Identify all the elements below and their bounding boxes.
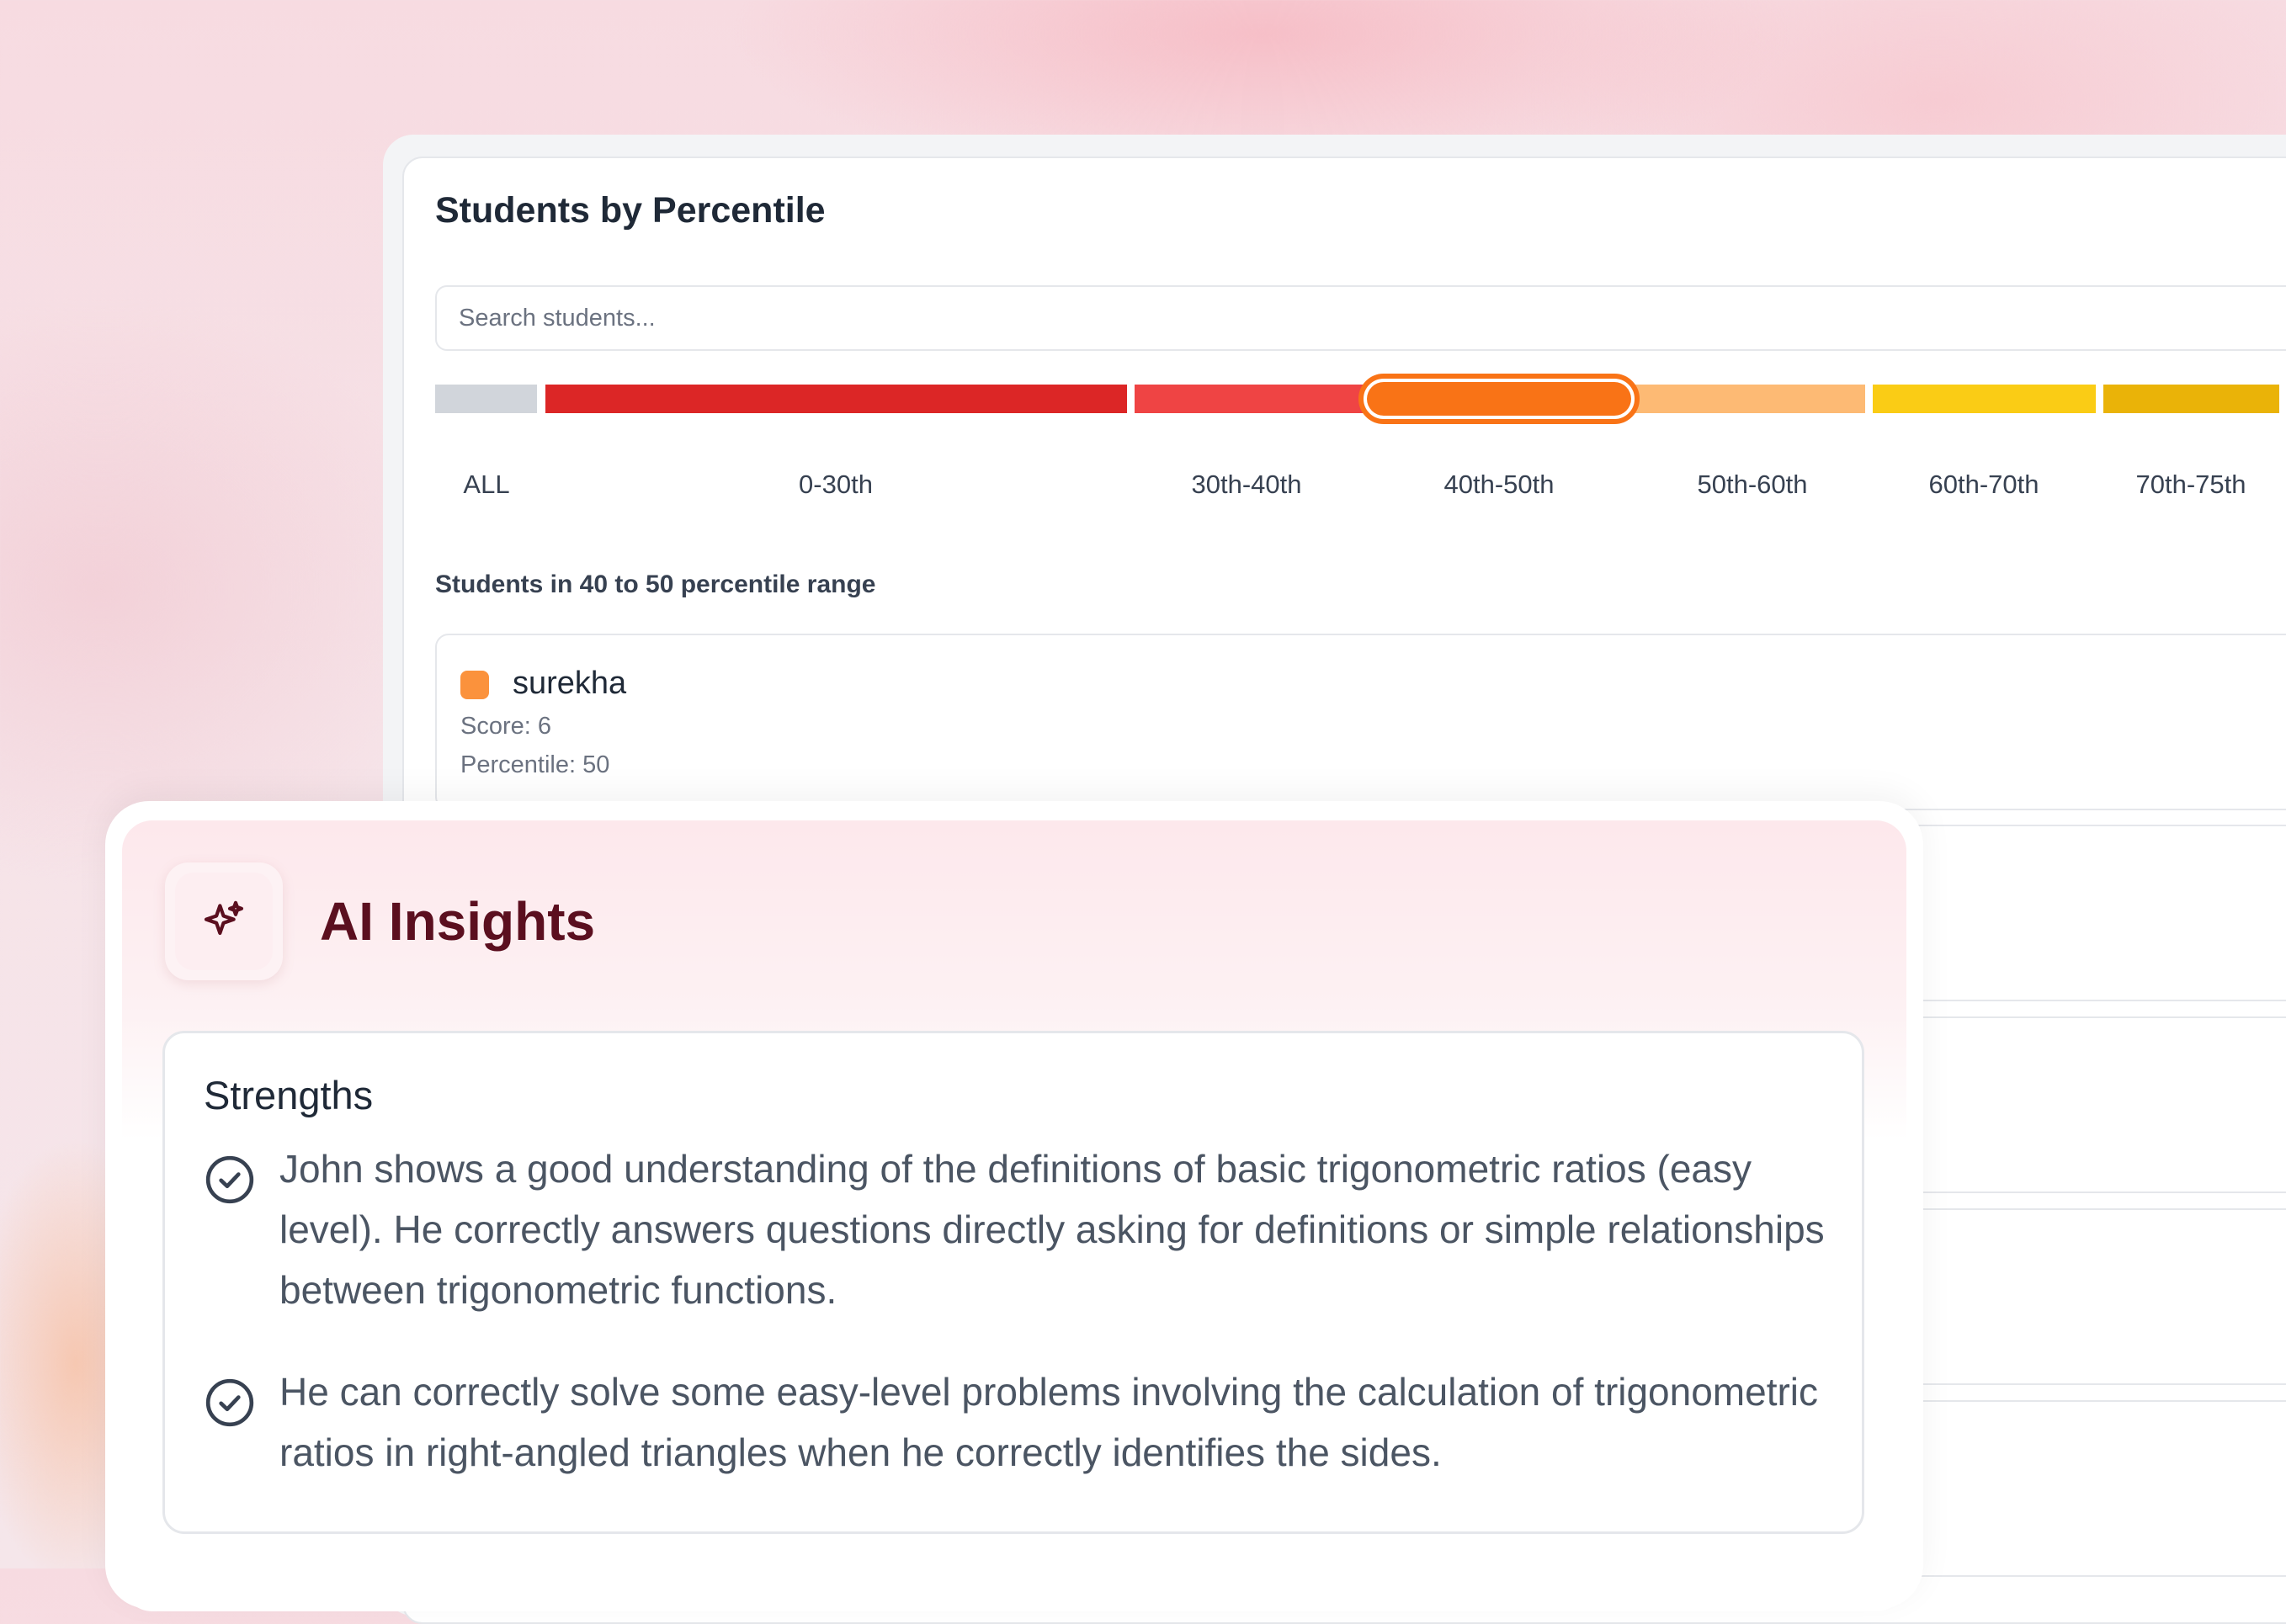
student-card[interactable] — [1877, 1016, 2286, 1193]
segment-40th-50th-selected[interactable] — [1358, 374, 1640, 424]
check-circle-icon — [205, 1155, 254, 1204]
segment-label-50th-60th[interactable]: 50th-60th — [1698, 470, 1808, 500]
segment-30th-40th[interactable] — [1135, 385, 1370, 413]
ai-insights-title: AI Insights — [320, 891, 596, 952]
student-card[interactable] — [1877, 825, 2286, 1001]
student-color-dot — [460, 671, 489, 699]
student-card[interactable] — [1877, 1208, 2286, 1385]
strength-text: John shows a good understanding of the d… — [279, 1147, 1825, 1312]
sparkles-icon — [204, 900, 244, 936]
segment-label-60th-70th[interactable]: 60th-70th — [1929, 470, 2039, 500]
segment-all[interactable] — [435, 385, 537, 413]
segment-40th-50th-fill — [1367, 382, 1631, 416]
segment-0-30th[interactable] — [545, 385, 1127, 413]
range-heading: Students in 40 to 50 percentile range — [435, 571, 876, 598]
check-circle-icon — [205, 1378, 254, 1427]
segment-label-all[interactable]: ALL — [463, 470, 509, 500]
student-score: Score: 6 — [460, 713, 551, 740]
strength-text: He can correctly solve some easy-level p… — [279, 1370, 1819, 1474]
panel-title: Students by Percentile — [435, 190, 826, 231]
student-percentile: Percentile: 50 — [460, 751, 610, 778]
segment-label-30th-40th[interactable]: 30th-40th — [1192, 470, 1302, 500]
student-name: surekha — [513, 666, 627, 701]
segment-label-0-30th[interactable]: 0-30th — [799, 470, 873, 500]
segment-label-40th-50th[interactable]: 40th-50th — [1444, 470, 1555, 500]
segment-70th-75th[interactable] — [2103, 385, 2279, 413]
strengths-heading: Strengths — [204, 1073, 374, 1117]
segment-label-70th-75th[interactable]: 70th-75th — [2136, 470, 2246, 500]
segment-50th-60th[interactable] — [1624, 385, 1865, 413]
search-input[interactable] — [435, 285, 2286, 351]
segment-60th-70th[interactable] — [1873, 385, 2096, 413]
strengths-card: Strengths John shows a good understandin… — [162, 1031, 1864, 1534]
student-card[interactable] — [1877, 1400, 2286, 1577]
ai-icon-badge — [165, 862, 283, 980]
student-card[interactable]: surekha Score: 6 Percentile: 50 — [435, 634, 2286, 810]
